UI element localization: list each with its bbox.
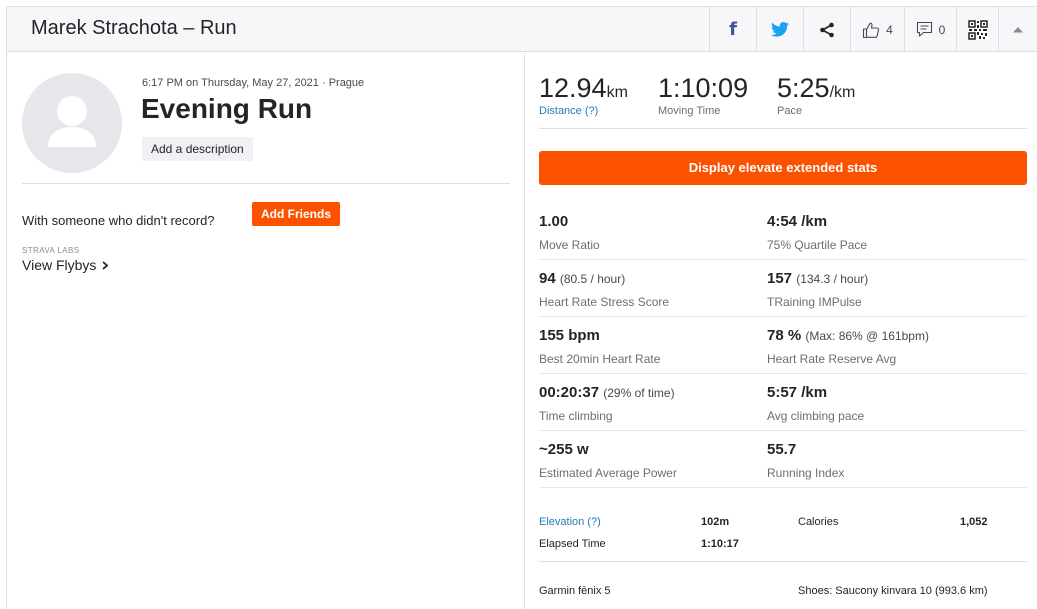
- strava-labs-label: STRAVA LABS: [22, 246, 80, 255]
- stats-row: 1.00 Move Ratio 4:54 /km 75% Quartile Pa…: [539, 203, 1027, 260]
- hr-reserve-stat: 78 % (Max: 86% @ 161bpm) Heart Rate Rese…: [767, 327, 929, 366]
- stats-row: 94 (80.5 / hour) Heart Rate Stress Score…: [539, 260, 1027, 317]
- facebook-icon: f: [729, 19, 737, 40]
- divider: [22, 183, 510, 184]
- activity-date-location: 6:17 PM on Thursday, May 27, 2021 · Prag…: [142, 77, 365, 89]
- stat-sub: (80.5 / hour): [559, 272, 626, 286]
- moving-time-stat: 1:10:09 Moving Time: [658, 73, 748, 117]
- chevron-right-icon: [102, 260, 109, 270]
- view-flybys-label: View Flybys: [22, 257, 97, 273]
- pace-value: 5:25: [777, 73, 830, 103]
- twitter-share-button[interactable]: [756, 7, 803, 52]
- pace-label: Pace: [777, 105, 803, 117]
- stats-row: ~255 w Estimated Average Power 55.7 Runn…: [539, 431, 1027, 488]
- running-index-stat: 55.7 Running Index: [767, 441, 844, 480]
- stat-value: 4:54 /km: [767, 213, 828, 230]
- share-icon: [820, 22, 834, 37]
- stat-label: Heart Rate Reserve Avg: [767, 352, 897, 366]
- add-description-button[interactable]: Add a description: [142, 137, 253, 161]
- time-climbing-stat: 00:20:37 (29% of time) Time climbing: [539, 384, 675, 423]
- comments-count: 0: [938, 22, 946, 37]
- activity-summary-panel: 6:17 PM on Thursday, May 27, 2021 · Prag…: [7, 53, 525, 609]
- calories-label: Calories: [798, 516, 839, 528]
- collapse-header-button[interactable]: [998, 7, 1036, 52]
- stat-label: 75% Quartile Pace: [767, 238, 868, 252]
- trimp-stat: 157 (134.3 / hour) TRaining IMPulse: [767, 270, 868, 309]
- stat-sub: (29% of time): [603, 386, 675, 400]
- hrss-stat: 94 (80.5 / hour) Heart Rate Stress Score: [539, 270, 669, 309]
- facebook-share-button[interactable]: f: [709, 7, 756, 52]
- stat-label: Move Ratio: [539, 238, 600, 252]
- elevation-value: 102m: [701, 516, 730, 528]
- elapsed-time-value: 1:10:17: [701, 538, 739, 550]
- best-20min-hr-stat: 155 bpm Best 20min Heart Rate: [539, 327, 660, 366]
- activity-page: Marek Strachota – Run f 4 0 6:17 PM on T…: [6, 6, 1037, 609]
- stat-value: 155 bpm: [539, 327, 600, 344]
- twitter-icon: [771, 22, 789, 37]
- thumbs-up-icon: [863, 22, 880, 38]
- kudos-count: 4: [886, 22, 893, 37]
- stat-label: Best 20min Heart Rate: [539, 352, 661, 366]
- chevron-up-icon: [1012, 27, 1023, 33]
- moving-time-label: Moving Time: [658, 105, 721, 117]
- more-stats: Elevation (?) 102m Calories 1,052 Elapse…: [539, 514, 1027, 562]
- activity-name: Evening Run: [141, 93, 313, 124]
- add-friends-button[interactable]: Add Friends: [252, 202, 341, 226]
- stat-value: 00:20:37: [539, 384, 600, 401]
- primary-stats: 12.94km Distance (?) 1:10:09 Moving Time…: [539, 53, 1027, 129]
- share-button[interactable]: [803, 7, 850, 52]
- stat-label: Estimated Average Power: [539, 466, 677, 480]
- stats-row: 00:20:37 (29% of time) Time climbing 5:5…: [539, 374, 1027, 431]
- device-name: Garmin fēnix 5: [539, 585, 611, 597]
- comments-button[interactable]: 0: [904, 7, 956, 52]
- stat-value: ~255 w: [539, 441, 589, 458]
- avg-power-stat: ~255 w Estimated Average Power: [539, 441, 677, 480]
- avatar[interactable]: [22, 73, 122, 173]
- climbing-pace-stat: 5:57 /km Avg climbing pace: [767, 384, 864, 423]
- calories-value: 1,052: [960, 516, 988, 528]
- stat-sub: (Max: 86% @ 161bpm): [805, 329, 929, 343]
- stat-value: 1.00: [539, 213, 569, 230]
- moving-time-value: 1:10:09: [658, 73, 749, 103]
- qr-code-button[interactable]: [956, 7, 998, 52]
- stat-label: TRaining IMPulse: [767, 295, 862, 309]
- distance-label[interactable]: Distance (?): [539, 105, 628, 117]
- stats-row: 155 bpm Best 20min Heart Rate 78 % (Max:…: [539, 317, 1027, 374]
- kudos-button[interactable]: 4: [850, 7, 904, 52]
- distance-value: 12.94: [539, 73, 607, 103]
- elapsed-time-label: Elapsed Time: [539, 538, 606, 550]
- quartile-pace-stat: 4:54 /km 75% Quartile Pace: [767, 213, 867, 252]
- elevate-extended-stats-button[interactable]: Display elevate extended stats: [539, 151, 1027, 185]
- qr-code-icon: [967, 19, 988, 40]
- stat-label: Running Index: [767, 466, 845, 480]
- pace-stat: 5:25/km Pace: [777, 73, 855, 117]
- stat-value: 157: [767, 270, 793, 287]
- activity-header: Marek Strachota – Run f 4 0: [7, 7, 1037, 52]
- user-avatar-icon: [48, 96, 96, 147]
- header-actions: f 4 0: [709, 7, 1036, 52]
- stat-label: Time climbing: [539, 409, 613, 423]
- activity-stats-panel: 12.94km Distance (?) 1:10:09 Moving Time…: [539, 53, 1027, 609]
- stat-value: 55.7: [767, 441, 797, 458]
- stat-value: 94: [539, 270, 556, 287]
- stat-sub: (134.3 / hour): [796, 272, 869, 286]
- stat-label: Heart Rate Stress Score: [539, 295, 670, 309]
- distance-unit: km: [606, 84, 628, 101]
- extended-stats-grid: 1.00 Move Ratio 4:54 /km 75% Quartile Pa…: [539, 203, 1027, 488]
- view-flybys-link[interactable]: View Flybys: [22, 257, 109, 273]
- stat-value: 78 %: [767, 327, 802, 344]
- stat-label: Avg climbing pace: [767, 409, 865, 423]
- move-ratio-stat: 1.00 Move Ratio: [539, 213, 600, 252]
- elevation-label[interactable]: Elevation (?): [539, 516, 601, 528]
- comment-icon: [916, 21, 932, 37]
- stat-value: 5:57 /km: [767, 384, 828, 401]
- distance-stat: 12.94km Distance (?): [539, 73, 628, 117]
- with-someone-text: With someone who didn't record?: [22, 213, 215, 228]
- page-title: Marek Strachota – Run: [31, 17, 237, 39]
- pace-unit: /km: [829, 84, 856, 101]
- shoes-info: Shoes: Saucony kinvara 10 (993.6 km): [798, 585, 988, 597]
